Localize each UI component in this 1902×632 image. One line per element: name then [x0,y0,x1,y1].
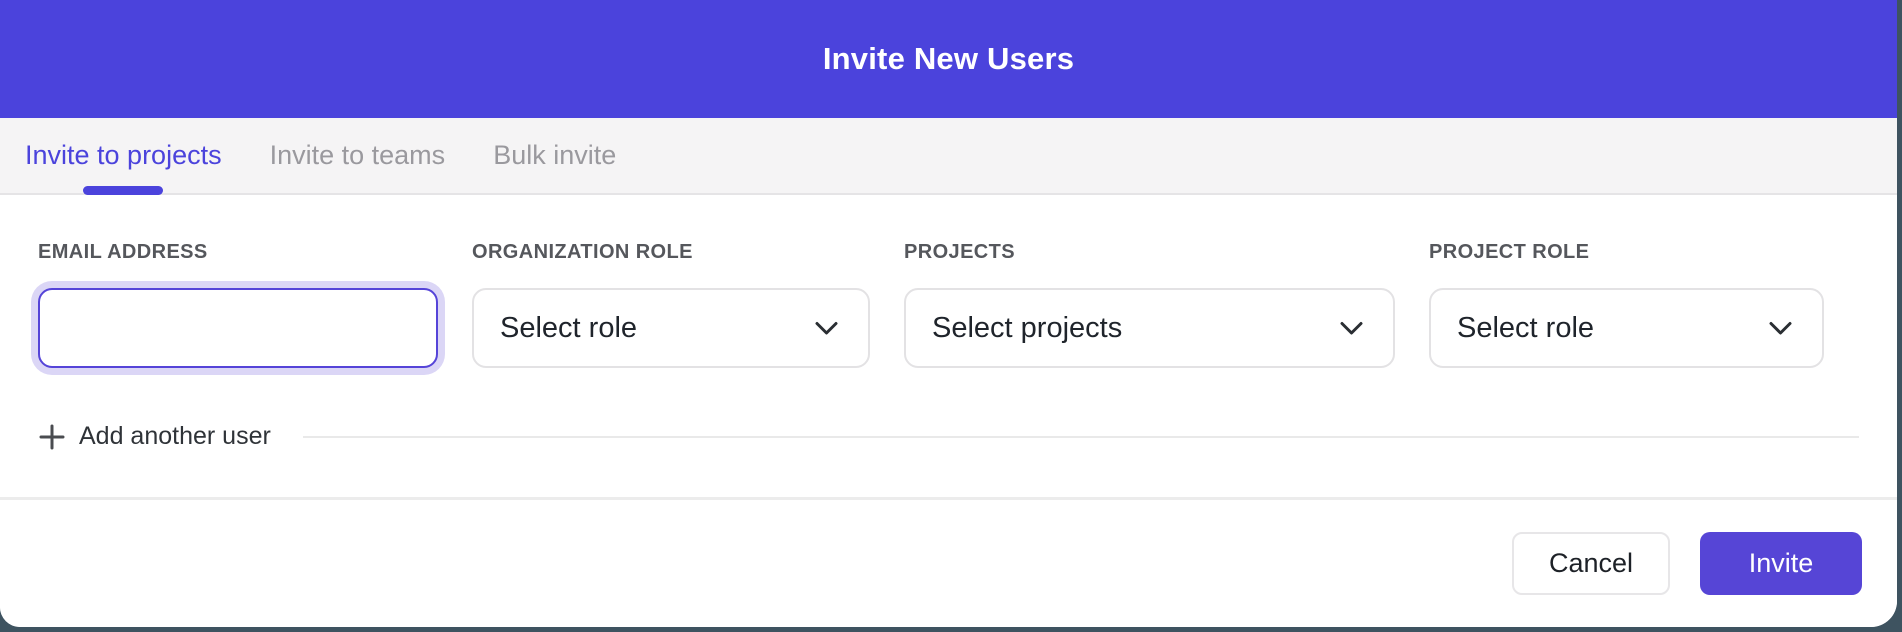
project-role-field-group: PROJECT ROLE Select role [1429,242,1824,368]
organization-role-field-group: ORGANIZATION ROLE Select role [472,242,870,368]
dialog-header: Invite New Users [0,0,1897,118]
invite-form-row: EMAIL ADDRESS ORGANIZATION ROLE Select r… [38,242,1859,368]
tab-bar: Invite to projects Invite to teams Bulk … [0,118,1897,195]
tab-label: Invite to teams [270,140,446,171]
dialog-title: Invite New Users [823,41,1074,77]
dialog-body: EMAIL ADDRESS ORGANIZATION ROLE Select r… [0,195,1897,500]
tab-invite-to-projects[interactable]: Invite to projects [25,118,222,193]
project-role-value: Select role [1457,312,1594,345]
email-address-input[interactable] [38,288,438,368]
invite-new-users-dialog: Invite New Users Invite to projects Invi… [0,0,1897,627]
tab-label: Bulk invite [493,140,616,171]
tab-bulk-invite[interactable]: Bulk invite [493,118,616,193]
organization-role-label: ORGANIZATION ROLE [472,242,870,262]
cancel-button[interactable]: Cancel [1512,532,1670,595]
organization-role-value: Select role [500,312,637,345]
organization-role-select[interactable]: Select role [472,288,870,368]
projects-select[interactable]: Select projects [904,288,1395,368]
invite-button[interactable]: Invite [1700,532,1862,595]
tab-invite-to-teams[interactable]: Invite to teams [270,118,446,193]
active-tab-underline [83,186,163,195]
email-address-field-group: EMAIL ADDRESS [38,242,438,368]
project-role-label: PROJECT ROLE [1429,242,1824,262]
plus-icon[interactable] [38,423,66,451]
projects-label: PROJECTS [904,242,1395,262]
projects-value: Select projects [932,312,1122,345]
chevron-down-icon [815,321,838,336]
chevron-down-icon [1769,321,1792,336]
tab-label: Invite to projects [25,140,222,171]
projects-field-group: PROJECTS Select projects [904,242,1395,368]
divider-line [303,436,1859,438]
project-role-select[interactable]: Select role [1429,288,1824,368]
email-address-label: EMAIL ADDRESS [38,242,438,262]
chevron-down-icon [1340,321,1363,336]
add-another-user-button[interactable]: Add another user [79,422,271,451]
add-another-user-row: Add another user [38,422,1859,451]
dialog-footer: Cancel Invite [0,500,1897,627]
